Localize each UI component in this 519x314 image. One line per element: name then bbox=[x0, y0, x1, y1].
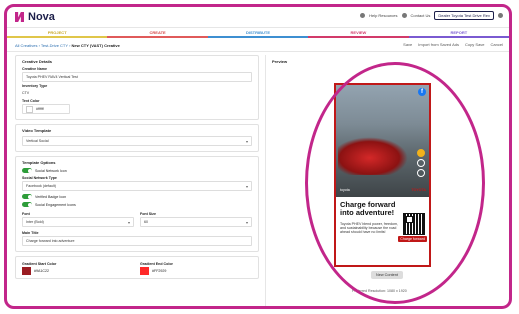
field-label: Gradient Start Color bbox=[22, 262, 57, 266]
car-image bbox=[338, 137, 408, 175]
main-title-input[interactable]: Charge forward into adventure bbox=[22, 236, 252, 246]
app-name: Nova bbox=[28, 11, 55, 23]
import-button[interactable]: Import from Saved Ads bbox=[418, 42, 459, 47]
app-window: Nova Help Resources Contact Us Dealer To… bbox=[4, 4, 512, 309]
step-distribute[interactable]: DISTRIBUTE bbox=[207, 28, 309, 38]
font-select[interactable]: Inter (Bold) ▾ bbox=[22, 217, 134, 227]
gradient-end-input[interactable]: #FF2929 bbox=[140, 267, 252, 275]
help-link[interactable]: Help Resources bbox=[369, 13, 397, 18]
app-logo[interactable]: Nova bbox=[15, 11, 55, 23]
step-project[interactable]: PROJECT bbox=[7, 28, 108, 38]
share-icon bbox=[417, 169, 425, 177]
chevron-down-icon: ▾ bbox=[245, 183, 248, 189]
settings-panel: Creative Details Creative Name Toyota PH… bbox=[15, 55, 259, 306]
verified-badge-toggle[interactable]: Verified Badge Icon bbox=[22, 194, 252, 199]
social-network-select[interactable]: Facebook (default) ▾ bbox=[22, 181, 252, 191]
nova-logo-icon bbox=[15, 12, 24, 22]
contact-link[interactable]: Contact Us bbox=[411, 13, 431, 18]
contact-icon bbox=[401, 13, 407, 18]
template-options-card: Template Options Social Network Icon Soc… bbox=[15, 156, 259, 252]
new-content-button[interactable]: New Content bbox=[371, 271, 403, 279]
dealer-selector[interactable]: Dealer Toyota Test Drive Rev bbox=[434, 11, 494, 20]
card-title[interactable]: Video Template bbox=[22, 128, 252, 133]
field-label: Text Color bbox=[22, 99, 40, 103]
workflow-steps: PROJECT CREATE DISTRIBUTE REVIEW REPORT bbox=[7, 28, 509, 38]
top-bar: Nova Help Resources Contact Us Dealer To… bbox=[7, 7, 509, 28]
brand-label: TOYOTA bbox=[411, 188, 426, 192]
card-title[interactable]: Creative Details bbox=[22, 59, 252, 64]
field-label: Gradient End Color bbox=[140, 262, 173, 266]
help-icon bbox=[360, 13, 366, 18]
ad-preview: f toyota TOYOTA Charge forward into adve… bbox=[334, 83, 431, 267]
field-label: Main Title bbox=[22, 231, 39, 235]
cta-button: Charge forward bbox=[398, 236, 427, 242]
gradient-start-input[interactable]: #9A1C22 bbox=[22, 267, 134, 275]
preview-title: Preview bbox=[272, 59, 288, 64]
text-color-input[interactable]: #ffffff bbox=[22, 104, 70, 114]
field-label: Font bbox=[22, 212, 30, 216]
step-review[interactable]: REVIEW bbox=[308, 28, 409, 38]
field-label: Social Network Type bbox=[22, 176, 57, 180]
save-button[interactable]: Save bbox=[403, 42, 412, 47]
gradient-card: Gradient Start Color #9A1C22 Gradient En… bbox=[15, 256, 259, 279]
step-create[interactable]: CREATE bbox=[107, 28, 208, 38]
qr-code bbox=[403, 213, 425, 235]
page-title: New CTY (VAST) Creative bbox=[71, 43, 120, 48]
ad-headline: Charge forward into adventure! bbox=[340, 200, 396, 217]
inventory-type-field: CTV bbox=[22, 91, 30, 95]
engagement-icons-toggle[interactable]: Social Engagement Icons bbox=[22, 202, 252, 207]
vehicle-photo bbox=[336, 85, 429, 197]
social-network-icon-toggle[interactable]: Social Network Icon bbox=[22, 168, 252, 173]
video-template-select[interactable]: Vertical Social ▾ bbox=[22, 136, 252, 146]
preview-panel: Preview f toyota TOYOTA Charge forward i… bbox=[265, 55, 509, 306]
breadcrumb: All Creatives › Test-Drive CTY › New CTY… bbox=[7, 40, 509, 52]
gear-icon[interactable] bbox=[498, 13, 503, 18]
cancel-button[interactable]: Cancel bbox=[491, 42, 503, 47]
font-size-select[interactable]: 60 ▾ bbox=[140, 217, 252, 227]
field-label: Font Size bbox=[140, 212, 156, 216]
field-label: Creative Name bbox=[22, 67, 47, 71]
copy-button[interactable]: Copy Save bbox=[465, 42, 485, 47]
ad-body: Toyota PHEV blend power, freedom, and su… bbox=[340, 222, 398, 235]
step-report[interactable]: REPORT bbox=[408, 28, 509, 38]
comment-icon bbox=[417, 159, 425, 167]
chevron-down-icon: ▾ bbox=[245, 138, 248, 144]
video-template-card: Video Template Vertical Social ▾ bbox=[15, 124, 259, 152]
creative-name-input[interactable]: Toyota PHEV RAV4 Vertical Test bbox=[22, 72, 252, 82]
like-icon bbox=[417, 149, 425, 157]
resolution-note: Preferred Resolution: 1080 x 1920 bbox=[352, 289, 407, 293]
field-label: Inventory Type bbox=[22, 84, 48, 88]
card-title[interactable]: Template Options bbox=[22, 160, 252, 165]
creative-details-card: Creative Details Creative Name Toyota PH… bbox=[15, 55, 259, 120]
facebook-icon: f bbox=[418, 88, 426, 96]
account-handle: toyota bbox=[340, 188, 350, 192]
breadcrumb-parent[interactable]: All Creatives › Test-Drive CTY bbox=[15, 43, 68, 48]
